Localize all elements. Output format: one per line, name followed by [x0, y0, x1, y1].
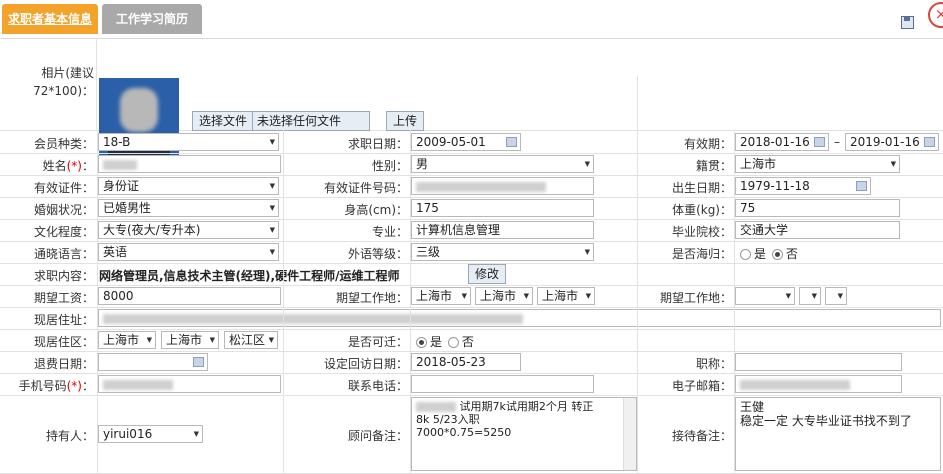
member-type-label: 会员种类：: [33, 137, 94, 151]
area-district-select[interactable]: 松江区: [224, 331, 278, 349]
transfer-label: 是否可迁：: [347, 335, 408, 349]
language-select[interactable]: 英语: [98, 243, 279, 261]
transfer-yes-radio[interactable]: [416, 337, 427, 348]
work-place-province-select[interactable]: 上海市: [411, 287, 471, 305]
work-place-label: 期望工作地：: [335, 291, 408, 305]
refund-date-field[interactable]: [98, 353, 208, 371]
marital-status-select[interactable]: 已婚男性: [98, 199, 279, 217]
work-place-2-district-select[interactable]: [825, 287, 847, 305]
close-icon[interactable]: ×: [928, 2, 943, 28]
salary-field[interactable]: 8000: [98, 287, 281, 305]
id-type-label: 有效证件：: [33, 181, 94, 195]
required-mark: (*): [66, 379, 82, 393]
language-level-select[interactable]: 三级: [411, 243, 594, 261]
returnee-radio-group: 是 否: [738, 245, 798, 262]
name-field[interactable]: [98, 155, 281, 173]
holder-label: 持有人：: [45, 429, 94, 443]
mobile-label: 手机号码(*)：: [18, 379, 94, 393]
job-title-field[interactable]: [735, 353, 902, 371]
gender-select[interactable]: 男: [411, 155, 594, 173]
id-type-select[interactable]: 身份证: [98, 177, 279, 195]
height-label: 身高(cm)：: [344, 203, 408, 217]
job-date-field[interactable]: 2009-05-01: [411, 133, 521, 151]
phone-label: 联系电话：: [347, 379, 408, 393]
area-province-select[interactable]: 上海市: [98, 331, 156, 349]
transfer-radio-group: 是 否: [414, 333, 474, 350]
phone-field[interactable]: [411, 375, 594, 393]
tab-basic-info[interactable]: 求职者基本信息: [2, 4, 98, 34]
salary-label: 期望工资：: [33, 291, 94, 305]
save-icon[interactable]: [901, 16, 914, 29]
photo-row: 相片(建议72*100)： 选择文件 未选择任何文件 上传: [0, 38, 943, 168]
marital-status-label: 婚姻状况：: [33, 203, 94, 217]
education-label: 文化程度：: [33, 225, 94, 239]
work-place-city-select[interactable]: 上海市: [475, 287, 533, 305]
language-label: 通晓语言：: [33, 247, 94, 261]
birth-date-field[interactable]: 1979-11-18: [735, 177, 871, 195]
job-content-value: 网络管理员,信息技术主管(经理),硬件工程师/运维工程师: [99, 269, 400, 283]
reception-note-textarea[interactable]: 王健 稳定一定 大专毕业证书找不到了: [735, 397, 941, 471]
major-field[interactable]: 计算机信息管理: [411, 221, 594, 239]
transfer-no-radio[interactable]: [447, 337, 459, 348]
visit-date-field[interactable]: 2018-05-23: [411, 353, 521, 371]
school-field[interactable]: 交通大学: [735, 221, 900, 239]
area-label: 现居住区：: [33, 335, 94, 349]
work-place-2-city-select[interactable]: [799, 287, 821, 305]
avatar: [120, 88, 158, 132]
address-label: 现居住址：: [33, 313, 94, 327]
no-file-text: 未选择任何文件: [252, 111, 370, 131]
id-number-field[interactable]: [411, 177, 594, 195]
validity-to-field[interactable]: 2019-01-16: [845, 133, 939, 151]
edit-job-content-button[interactable]: 修改: [468, 264, 507, 284]
visit-date-label: 设定回访日期：: [323, 357, 408, 371]
choose-file-button[interactable]: 选择文件: [192, 111, 255, 131]
address-field[interactable]: [98, 309, 941, 327]
job-content-label: 求职内容：: [33, 269, 94, 283]
weight-field[interactable]: 75: [735, 199, 900, 217]
work-place-2-province-select[interactable]: [735, 287, 795, 305]
required-mark: (*): [66, 159, 82, 173]
language-level-label: 外语等级：: [347, 247, 408, 261]
member-type-select[interactable]: 18-B: [98, 133, 279, 151]
consultant-note-textarea[interactable]: 试用期7k试用期2个月 转正 8k 5/23入职 7000*0.75=5250: [411, 397, 637, 471]
validity-separator: –: [834, 135, 840, 149]
email-field[interactable]: [735, 375, 902, 393]
photo-label: 相片(建议72*100)：: [33, 66, 94, 98]
gender-label: 性别：: [371, 159, 408, 173]
validity-from-field[interactable]: 2018-01-16: [735, 133, 829, 151]
refund-date-label: 退费日期：: [33, 357, 94, 371]
native-place-select[interactable]: 上海市: [735, 155, 900, 173]
id-number-label: 有效证件号码：: [323, 181, 408, 195]
major-label: 专业：: [371, 225, 408, 239]
consultant-note-label: 顾问备注：: [347, 429, 408, 443]
tab-work-study-resume[interactable]: 工作学习简历: [102, 4, 202, 34]
upload-button[interactable]: 上传: [386, 111, 425, 131]
job-date-label: 求职日期：: [347, 137, 408, 151]
returnee-yes-radio[interactable]: [740, 249, 751, 260]
height-field[interactable]: 175: [411, 199, 594, 217]
tab-bar: 求职者基本信息 工作学习简历 ×: [0, 0, 943, 39]
area-city-select[interactable]: 上海市: [161, 331, 219, 349]
returnee-no-radio[interactable]: [771, 249, 783, 260]
holder-select[interactable]: yirui016: [98, 425, 203, 443]
work-place-district-select[interactable]: 上海市: [537, 287, 595, 305]
name-label: 姓名(*)：: [42, 159, 94, 173]
education-select[interactable]: 大专(夜大/专升本): [98, 221, 279, 239]
mobile-field[interactable]: [98, 375, 281, 393]
